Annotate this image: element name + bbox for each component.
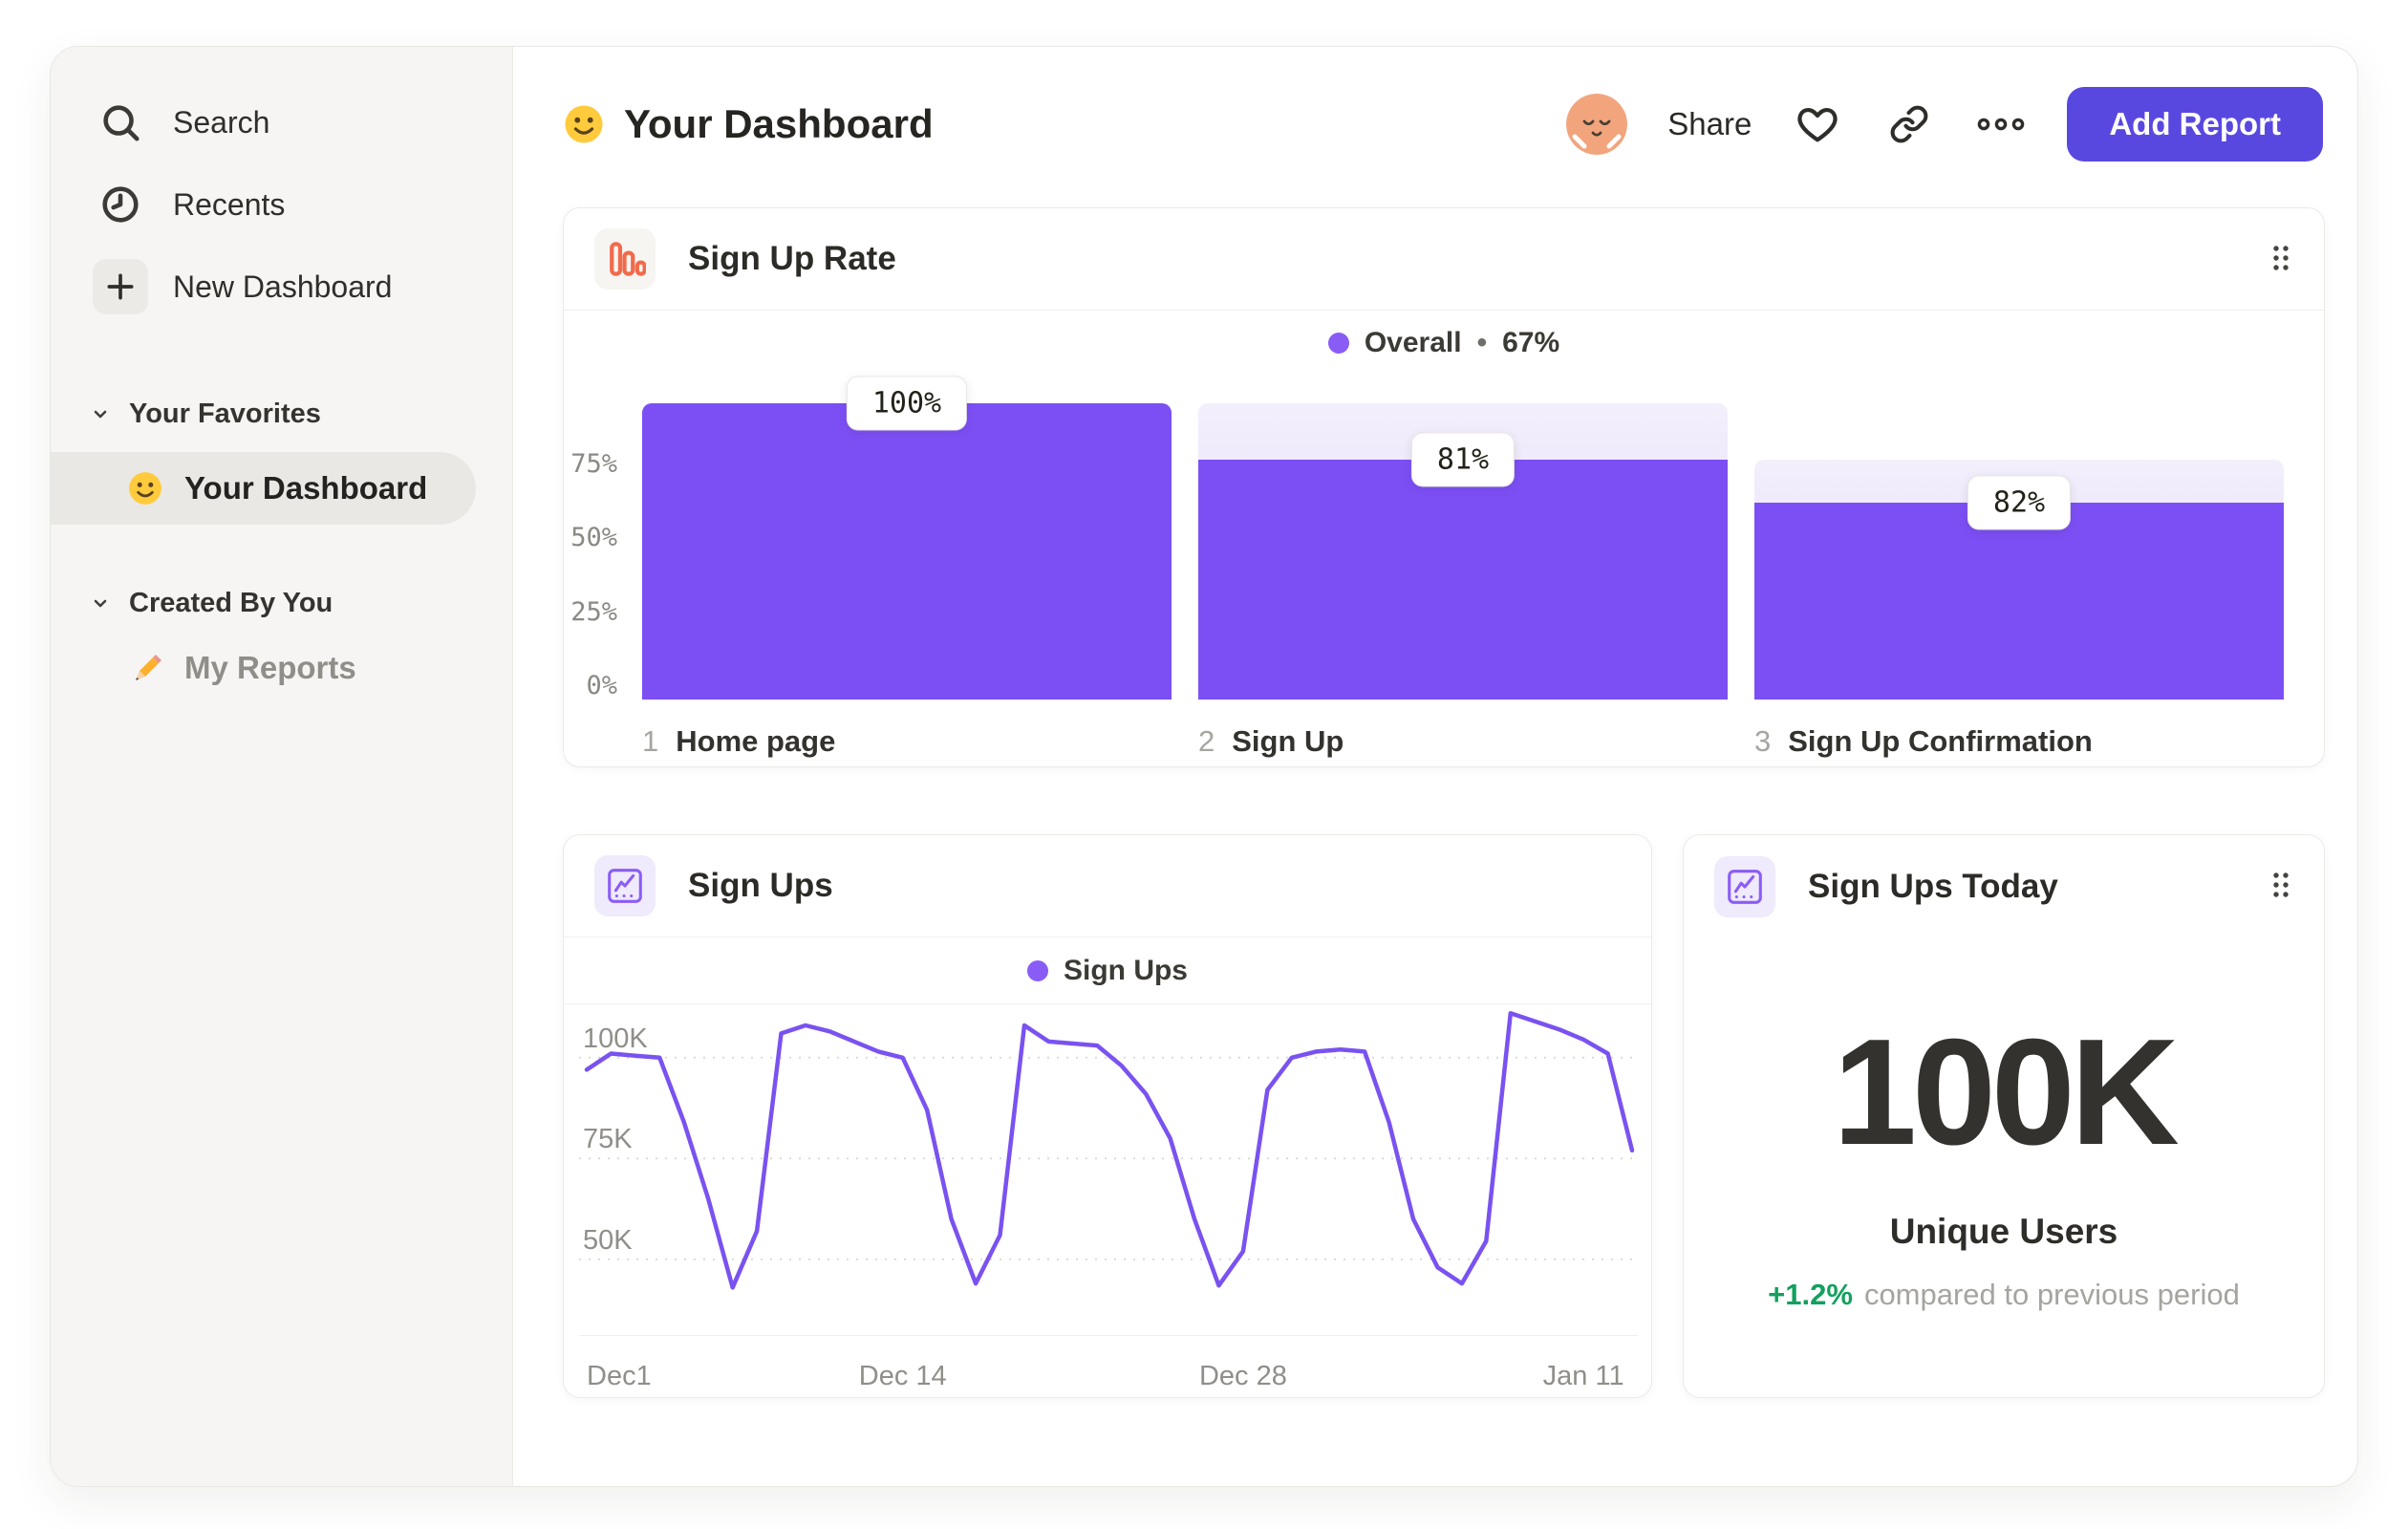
step-number: 1 xyxy=(642,724,659,758)
legend-value: 67% xyxy=(1502,327,1560,358)
funnel-bar[interactable]: 81% xyxy=(1198,403,1728,700)
card-title: Sign Ups xyxy=(688,867,833,904)
chevron-down-icon xyxy=(94,599,107,608)
card-title: Sign Ups Today xyxy=(1808,867,2058,905)
card-header: Sign Ups xyxy=(564,835,1651,937)
funnel-value-badge: 81% xyxy=(1410,432,1516,487)
card-title: Sign Up Rate xyxy=(688,240,896,277)
step-number: 2 xyxy=(1198,724,1215,758)
funnel-bar[interactable]: 82% xyxy=(1754,403,2284,700)
y-tick-label: 100K xyxy=(583,1023,648,1054)
sign-ups-today-card: Sign Ups Today 100K Unique Users +1.2% co… xyxy=(1683,834,2325,1398)
sidebar: Search Recents New Dashboard Your Favori… xyxy=(51,47,513,1486)
chevron-down-icon xyxy=(94,410,107,419)
funnel-step-label: 2 Sign Up xyxy=(1198,724,1728,759)
line-chart-icon xyxy=(594,855,656,916)
sidebar-item-your-dashboard[interactable]: Your Dashboard xyxy=(51,452,476,525)
funnel-bar[interactable]: 100% xyxy=(642,376,1172,700)
sidebar-item-label: New Dashboard xyxy=(173,269,393,304)
card-header: Sign Up Rate xyxy=(564,208,2324,311)
funnel-bars: 100% 81% 82% xyxy=(642,376,2284,700)
sidebar-section-created-by-you[interactable]: Created By You xyxy=(51,582,512,624)
sidebar-item-label: Recents xyxy=(173,186,286,222)
screen: Search Recents New Dashboard Your Favori… xyxy=(0,0,2408,1529)
sidebar-item-search[interactable]: Search xyxy=(51,81,512,163)
plus-icon xyxy=(93,259,148,314)
section-title: Your Favorites xyxy=(129,398,321,429)
metric-delta-value: +1.2% xyxy=(1768,1278,1853,1311)
sidebar-item-new-dashboard[interactable]: New Dashboard xyxy=(51,246,512,328)
legend-label: Overall xyxy=(1364,327,1462,358)
x-tick-label: Dec 28 xyxy=(1198,1361,1287,1391)
funnel-value-badge: 82% xyxy=(1967,475,2072,530)
smiley-emoji xyxy=(129,472,161,505)
funnel-step-label: 3 Sign Up Confirmation xyxy=(1754,724,2284,759)
legend-separator: • xyxy=(1476,327,1488,358)
line-chart-x-axis: Dec1 Dec 14 Dec 28 Jan 11 xyxy=(579,1361,1636,1399)
funnel-bar-solid xyxy=(1754,503,2284,700)
step-name: Sign Up xyxy=(1232,724,1344,758)
line-legend: Sign Ups xyxy=(564,937,1651,1004)
clock-icon xyxy=(93,177,148,232)
legend-dot xyxy=(1327,333,1349,354)
copy-link-icon[interactable] xyxy=(1883,98,1935,150)
y-tick-label: 50K xyxy=(583,1224,633,1256)
line-chart-svg xyxy=(579,1011,1638,1290)
add-report-button[interactable]: Add Report xyxy=(2067,87,2323,162)
header-actions: Share Add Report xyxy=(1566,87,2323,162)
page-title-text: Your Dashboard xyxy=(624,101,934,146)
sidebar-item-label: My Reports xyxy=(184,650,356,685)
line-chart-icon xyxy=(1714,855,1775,917)
pencil-emoji xyxy=(136,655,161,680)
metric-label: Unique Users xyxy=(1889,1212,2118,1251)
y-tick-label: 75% xyxy=(570,448,617,479)
metric-value: 100K xyxy=(1833,1008,2180,1176)
sidebar-item-label: Search xyxy=(173,104,270,140)
sign-ups-card: Sign Ups Sign Ups 100K 75K 50K Dec1 Dec 14 D… xyxy=(563,834,1652,1398)
funnel-bar-solid xyxy=(642,403,1172,700)
funnel-legend: Overall • 67% xyxy=(564,327,2324,359)
x-tick-label: Dec1 xyxy=(587,1361,652,1391)
favorite-heart-icon[interactable] xyxy=(1792,98,1843,150)
sign-up-rate-card: Sign Up Rate Overall • 67% 75% 50% 25% 0% 1… xyxy=(563,207,2325,767)
funnel-bar-solid xyxy=(1198,459,1728,700)
x-tick-label: Jan 11 xyxy=(1542,1361,1624,1391)
funnel-step-labels: 1 Home page 2 Sign Up 3 Sign Up Confirmation xyxy=(642,724,2284,759)
y-tick-label: 50% xyxy=(570,523,617,552)
funnel-step-label: 1 Home page xyxy=(642,724,1172,759)
sidebar-item-my-reports[interactable]: My Reports xyxy=(51,637,512,699)
more-options-icon[interactable] xyxy=(1975,98,2027,150)
sign-ups-series-line xyxy=(584,1011,1635,1290)
sidebar-item-label: Your Dashboard xyxy=(184,470,428,506)
step-name: Home page xyxy=(676,724,836,758)
card-header: Sign Ups Today xyxy=(1684,835,2324,937)
section-title: Created By You xyxy=(129,587,333,618)
app-window: Search Recents New Dashboard Your Favori… xyxy=(50,46,2358,1487)
y-tick-label: 75K xyxy=(583,1124,633,1155)
x-tick-label: Dec 14 xyxy=(858,1361,947,1391)
avatar[interactable] xyxy=(1566,94,1628,155)
metric-delta-text: compared to previous period xyxy=(1863,1278,2240,1311)
funnel-y-axis: 75% 50% 25% 0% xyxy=(564,403,619,700)
step-number: 3 xyxy=(1754,724,1772,758)
search-icon xyxy=(93,95,148,150)
dashboard-header: Your Dashboard Share Add Report xyxy=(563,47,2323,202)
sidebar-nav: Search Recents New Dashboard xyxy=(51,47,512,328)
page-title: Your Dashboard xyxy=(563,101,934,147)
sidebar-section-your-favorites[interactable]: Your Favorites xyxy=(51,393,512,435)
drag-handle-icon[interactable] xyxy=(2270,243,2291,278)
line-chart-plot: 100K 75K 50K xyxy=(579,1007,1638,1336)
share-button[interactable]: Share xyxy=(1667,106,1752,142)
funnel-value-badge: 100% xyxy=(846,376,968,431)
y-tick-label: 0% xyxy=(586,671,617,700)
sidebar-item-recents[interactable]: Recents xyxy=(51,163,512,246)
legend-label: Sign Ups xyxy=(1063,954,1188,986)
funnel-chart-icon xyxy=(594,228,656,290)
metric-delta: +1.2% compared to previous period xyxy=(1684,1278,2324,1312)
drag-handle-icon[interactable] xyxy=(2270,870,2291,905)
legend-dot xyxy=(1026,959,1048,981)
y-tick-label: 25% xyxy=(570,596,617,627)
smiley-emoji xyxy=(565,105,603,143)
step-name: Sign Up Confirmation xyxy=(1788,724,2093,758)
